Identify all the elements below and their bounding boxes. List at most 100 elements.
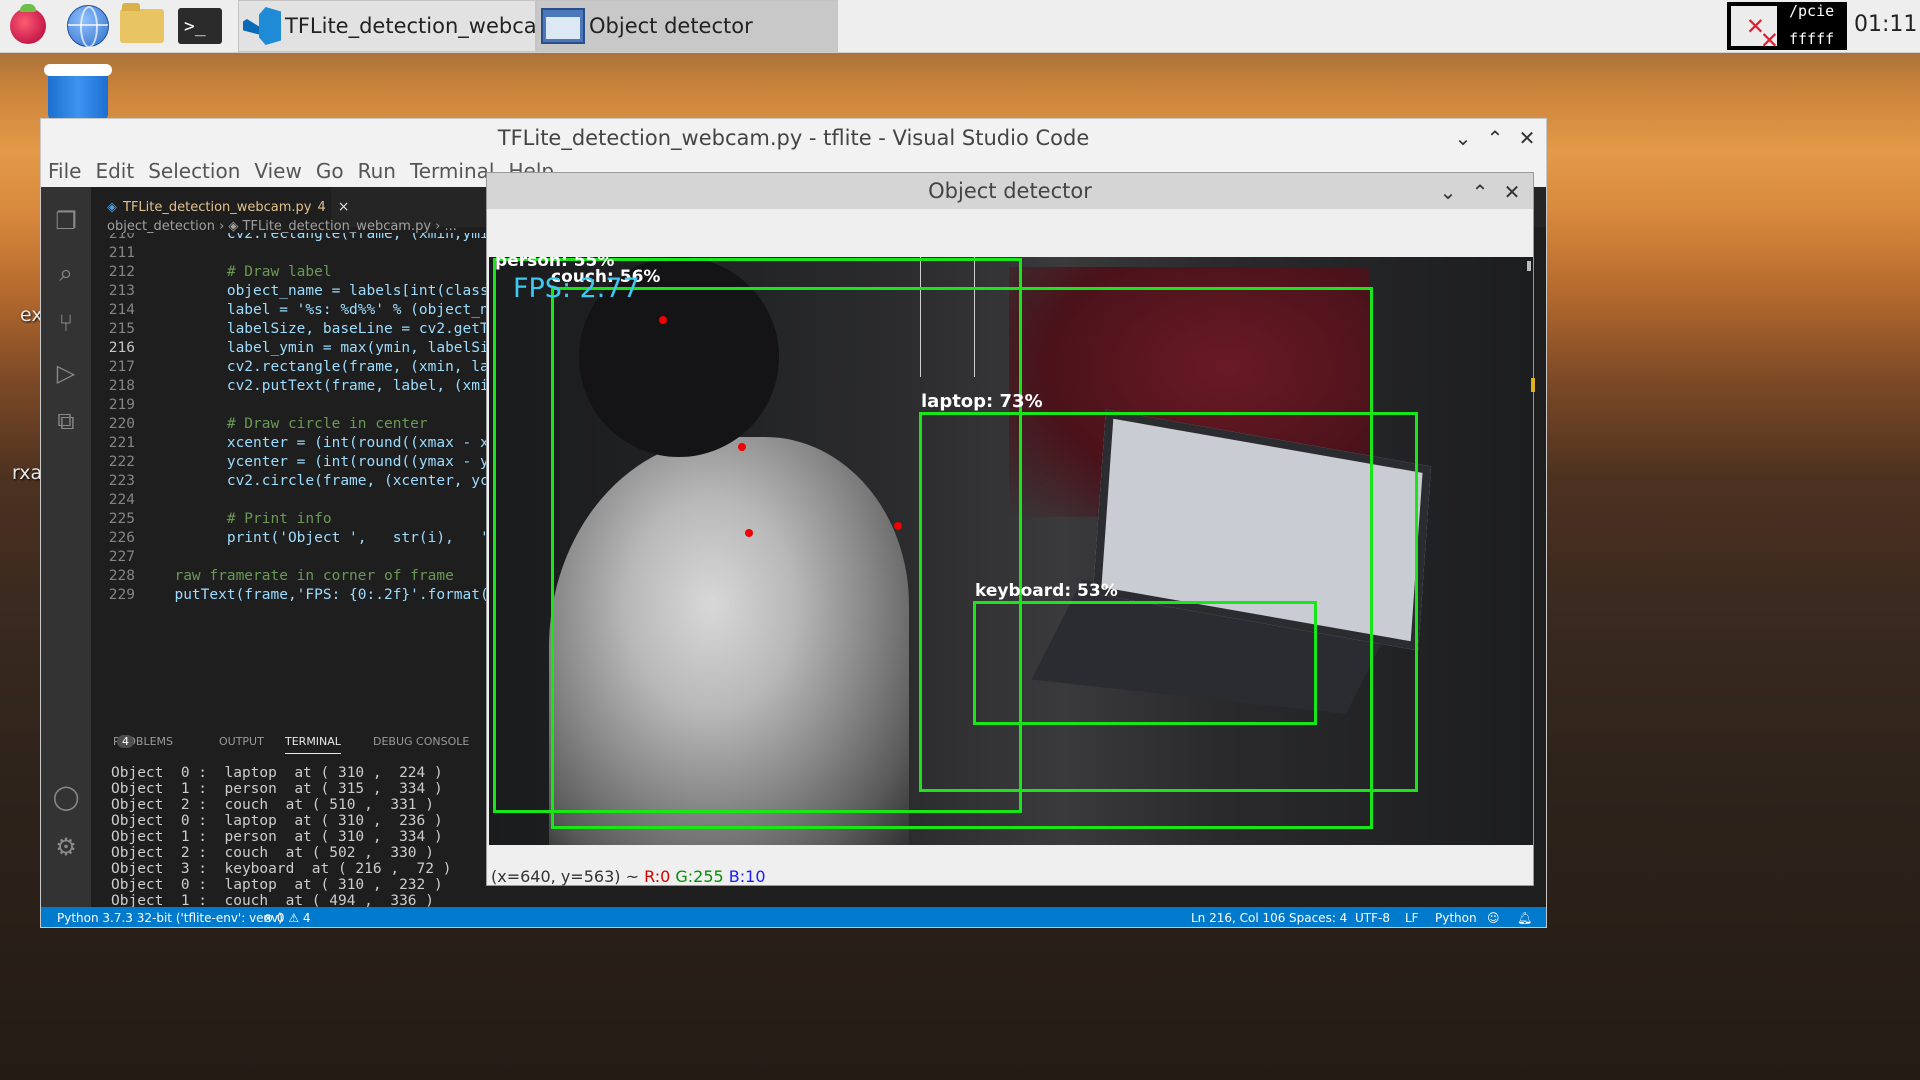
code-text: cv2.putText(frame, label, (xmin, l: [157, 378, 524, 394]
status-spaces[interactable]: Spaces: 4: [1289, 911, 1347, 925]
code-text: cv2.circle(frame, (xcenter, ycente: [157, 473, 524, 489]
detection-label-keyboard: keyboard: 53%: [975, 581, 1118, 601]
extensions-icon[interactable]: ⧉: [52, 407, 80, 435]
pixel-info-status: (x=640, y=563) ~ R:0 G:255 B:10: [491, 867, 766, 886]
line-number: 223: [108, 473, 135, 489]
code-line[interactable]: 212 # Draw label: [91, 263, 332, 282]
account-icon[interactable]: ◯: [52, 783, 80, 811]
taskbar-item-label: Object detector: [589, 14, 753, 38]
folder-icon[interactable]: [120, 3, 164, 48]
terminal-line: Object 2 : couch at ( 502 , 330 ): [111, 845, 435, 861]
desktop-label[interactable]: rxa: [12, 462, 42, 484]
pixel-b: B:10: [728, 867, 766, 886]
code-line[interactable]: 213 object_name = labels[int(classes[i: [91, 282, 524, 301]
gear-icon[interactable]: ⚙: [52, 833, 80, 861]
maximize-icon[interactable]: ⌃: [1471, 180, 1489, 204]
menu-view[interactable]: View: [247, 157, 308, 187]
code-text: cv2.rectangle(frame, (xmin, label_: [157, 359, 524, 375]
menu-selection[interactable]: Selection: [141, 157, 247, 187]
code-line[interactable]: 210 cv2.rectangle(frame, (xmin,ymin),: [91, 233, 515, 244]
line-number: 227: [108, 549, 135, 565]
menu-file[interactable]: File: [41, 157, 88, 187]
window-controls: ⌄ ⌃ ✕: [1454, 119, 1536, 157]
tab-label: TFLite_detection_webcam.py: [123, 199, 312, 215]
line-number: 224: [108, 492, 135, 508]
menu-go[interactable]: Go: [309, 157, 351, 187]
close-icon[interactable]: ✕: [1503, 180, 1521, 204]
code-line[interactable]: 217 cv2.rectangle(frame, (xmin, label_: [91, 358, 524, 377]
taskbar-item-vscode[interactable]: TFLite_detection_webca...: [238, 0, 557, 52]
code-line[interactable]: 222 ycenter = (int(round((ymax - ymin): [91, 453, 524, 472]
code-editor[interactable]: 210 cv2.rectangle(frame, (xmin,ymin), 211…: [91, 233, 531, 727]
terminal-line: Object 0 : laptop at ( 310 , 232 ): [111, 877, 443, 893]
line-number: 214: [108, 302, 135, 318]
line-number: 213: [108, 283, 135, 299]
feedback-icon[interactable]: ☺: [1487, 911, 1500, 925]
bell-icon[interactable]: 🔔︎: [1517, 911, 1532, 925]
cpu-monitor-widget[interactable]: ✕ ✕ /pcie fffff: [1727, 2, 1847, 50]
status-problems[interactable]: ⊗ 0 ⚠ 4: [263, 911, 311, 925]
code-text: object_name = labels[int(classes[i: [157, 283, 524, 299]
status-language[interactable]: Python: [1435, 911, 1477, 925]
maximize-icon[interactable]: ⌃: [1486, 126, 1504, 150]
code-line[interactable]: 216 label_ymin = max(ymin, labelSize[1: [91, 339, 524, 358]
code-line[interactable]: 220 # Draw circle in center: [91, 415, 428, 434]
code-line[interactable]: 221 xcenter = (int(round((xmax - xmin): [91, 434, 524, 453]
minimize-icon[interactable]: ⌄: [1454, 126, 1472, 150]
code-text: label = '%s: %d%%' % (object_name,: [157, 302, 524, 318]
menu-edit[interactable]: Edit: [88, 157, 141, 187]
code-line[interactable]: 215 labelSize, baseLine = cv2.getTextS: [91, 320, 524, 339]
code-text: # Draw circle in center: [157, 416, 428, 432]
code-text: putText(frame,'FPS: {0:.2f}'.format(fr: [157, 587, 507, 603]
code-line[interactable]: 218 cv2.putText(frame, label, (xmin, l: [91, 377, 524, 396]
search-icon[interactable]: ⌕: [52, 259, 80, 287]
taskbar-item-object-detector[interactable]: Object detector: [536, 0, 838, 52]
line-number: 220: [108, 416, 135, 432]
scrollbar-marker: [1531, 378, 1535, 392]
toolbar: [487, 209, 1533, 257]
line-number: 218: [108, 378, 135, 394]
python-file-icon: ◈: [107, 199, 117, 215]
code-text: xcenter = (int(round((xmax - xmin): [157, 435, 524, 451]
menu-run[interactable]: Run: [351, 157, 403, 187]
status-position[interactable]: Ln 216, Col 106: [1191, 911, 1285, 925]
status-eol[interactable]: LF: [1405, 911, 1419, 925]
code-line[interactable]: 214 label = '%s: %d%%' % (object_name,: [91, 301, 524, 320]
center-dot: [745, 529, 753, 537]
code-line[interactable]: 229 putText(frame,'FPS: {0:.2f}'.format(…: [91, 586, 506, 605]
globe-icon[interactable]: [66, 4, 110, 48]
close-icon[interactable]: ×: [338, 199, 350, 215]
raspberry-pi-menu-icon[interactable]: [6, 4, 50, 48]
clock[interactable]: 01:11: [1854, 12, 1917, 37]
vscode-icon: [243, 4, 281, 48]
tab-terminal[interactable]: TERMINAL: [285, 735, 341, 754]
code-line[interactable]: 219: [91, 396, 157, 415]
code-line[interactable]: 224: [91, 491, 157, 510]
line-number: 226: [108, 530, 135, 546]
status-encoding[interactable]: UTF-8: [1355, 911, 1390, 925]
trash-icon[interactable]: [44, 62, 112, 120]
tab-output[interactable]: OUTPUT: [219, 735, 264, 748]
terminal-output[interactable]: Object 0 : laptop at ( 310 , 224 ) Object…: [111, 765, 531, 927]
code-line[interactable]: 225 # Print info: [91, 510, 332, 529]
tab-debug-console[interactable]: DEBUG CONSOLE: [373, 735, 469, 748]
code-line[interactable]: 228 raw framerate in corner of frame: [91, 567, 454, 586]
code-line[interactable]: 223 cv2.circle(frame, (xcenter, ycente: [91, 472, 524, 491]
status-interpreter[interactable]: Python 3.7.3 32-bit ('tflite-env': venv): [57, 911, 283, 925]
code-line[interactable]: 226 print('Object ', str(i), ': ',: [91, 529, 524, 548]
breadcrumb[interactable]: object_detection › ◈ TFLite_detection_we…: [107, 219, 457, 234]
terminal-icon[interactable]: >_: [178, 4, 222, 48]
run-debug-icon[interactable]: ▷: [52, 359, 80, 387]
code-text: cv2.rectangle(frame, (xmin,ymin),: [157, 233, 515, 242]
code-line[interactable]: 227: [91, 548, 157, 567]
source-control-icon[interactable]: ⑂: [52, 309, 80, 337]
close-icon[interactable]: ✕: [1518, 126, 1536, 150]
line-number: 215: [108, 321, 135, 337]
line-number: 211: [108, 245, 135, 261]
explorer-icon[interactable]: ❐: [52, 207, 80, 235]
camera-frame[interactable]: person: 55% couch: 56% laptop: 73% keybo…: [489, 257, 1533, 845]
minimize-icon[interactable]: ⌄: [1439, 180, 1457, 204]
center-dot: [738, 443, 746, 451]
terminal-glyph: >_: [178, 8, 222, 44]
code-line[interactable]: 211: [91, 244, 157, 263]
